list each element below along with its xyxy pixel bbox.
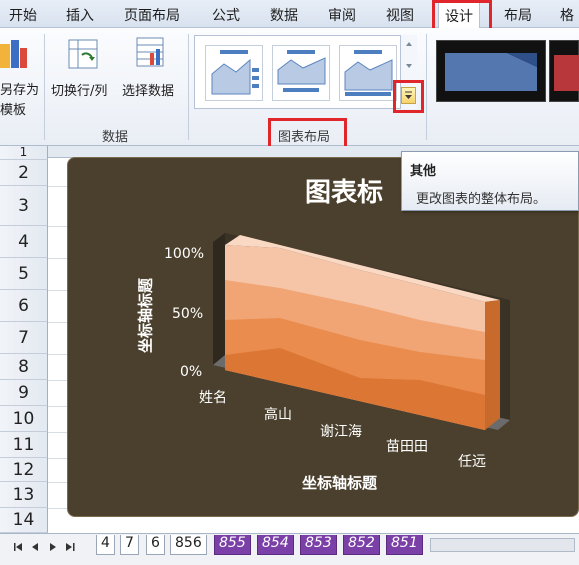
- sheet-tab-856[interactable]: 856: [170, 535, 207, 555]
- tooltip-description: 更改图表的整体布局。: [416, 192, 547, 207]
- sheet-nav-icons[interactable]: [14, 542, 94, 554]
- sheet-tab-bar: 4 7 6 856 855 854 853 852 851: [0, 533, 579, 565]
- chart-title[interactable]: 图表标: [305, 172, 383, 209]
- y-tick-0: 0%: [180, 364, 203, 380]
- horizontal-scrollbar[interactable]: [430, 538, 575, 552]
- x-tick-renyuan: 任远: [458, 454, 486, 470]
- chart-side-wall: [213, 233, 225, 365]
- x-tick-xiejianghai: 谢江海: [320, 424, 362, 440]
- y-axis-title[interactable]: 坐标轴标题: [135, 271, 156, 361]
- sheet-tab-6[interactable]: 6: [146, 535, 165, 555]
- x-tick-name: 姓名: [199, 390, 227, 406]
- more-layouts-tooltip: 其他 更改图表的整体布局。: [401, 151, 579, 211]
- sheet-tab-4[interactable]: 4: [96, 535, 115, 555]
- sheet-tab-851[interactable]: 851: [386, 535, 423, 555]
- x-tick-gaoshan: 高山: [264, 407, 292, 423]
- x-tick-miaotiantian: 苗田田: [386, 439, 428, 455]
- y-tick-100: 100%: [164, 246, 205, 262]
- sheet-tab-855[interactable]: 855: [214, 535, 251, 555]
- area-right-face: [485, 300, 500, 430]
- sheet-tab-854[interactable]: 854: [257, 535, 294, 555]
- sheet-tab-853[interactable]: 853: [300, 535, 337, 555]
- chart-plot: [213, 233, 510, 430]
- sheet-tab-7[interactable]: 7: [120, 535, 139, 555]
- sheet-tab-852[interactable]: 852: [343, 535, 380, 555]
- tooltip-title: 其他: [410, 164, 437, 179]
- y-tick-50: 50%: [172, 306, 204, 322]
- x-axis-title[interactable]: 坐标轴标题: [302, 472, 377, 493]
